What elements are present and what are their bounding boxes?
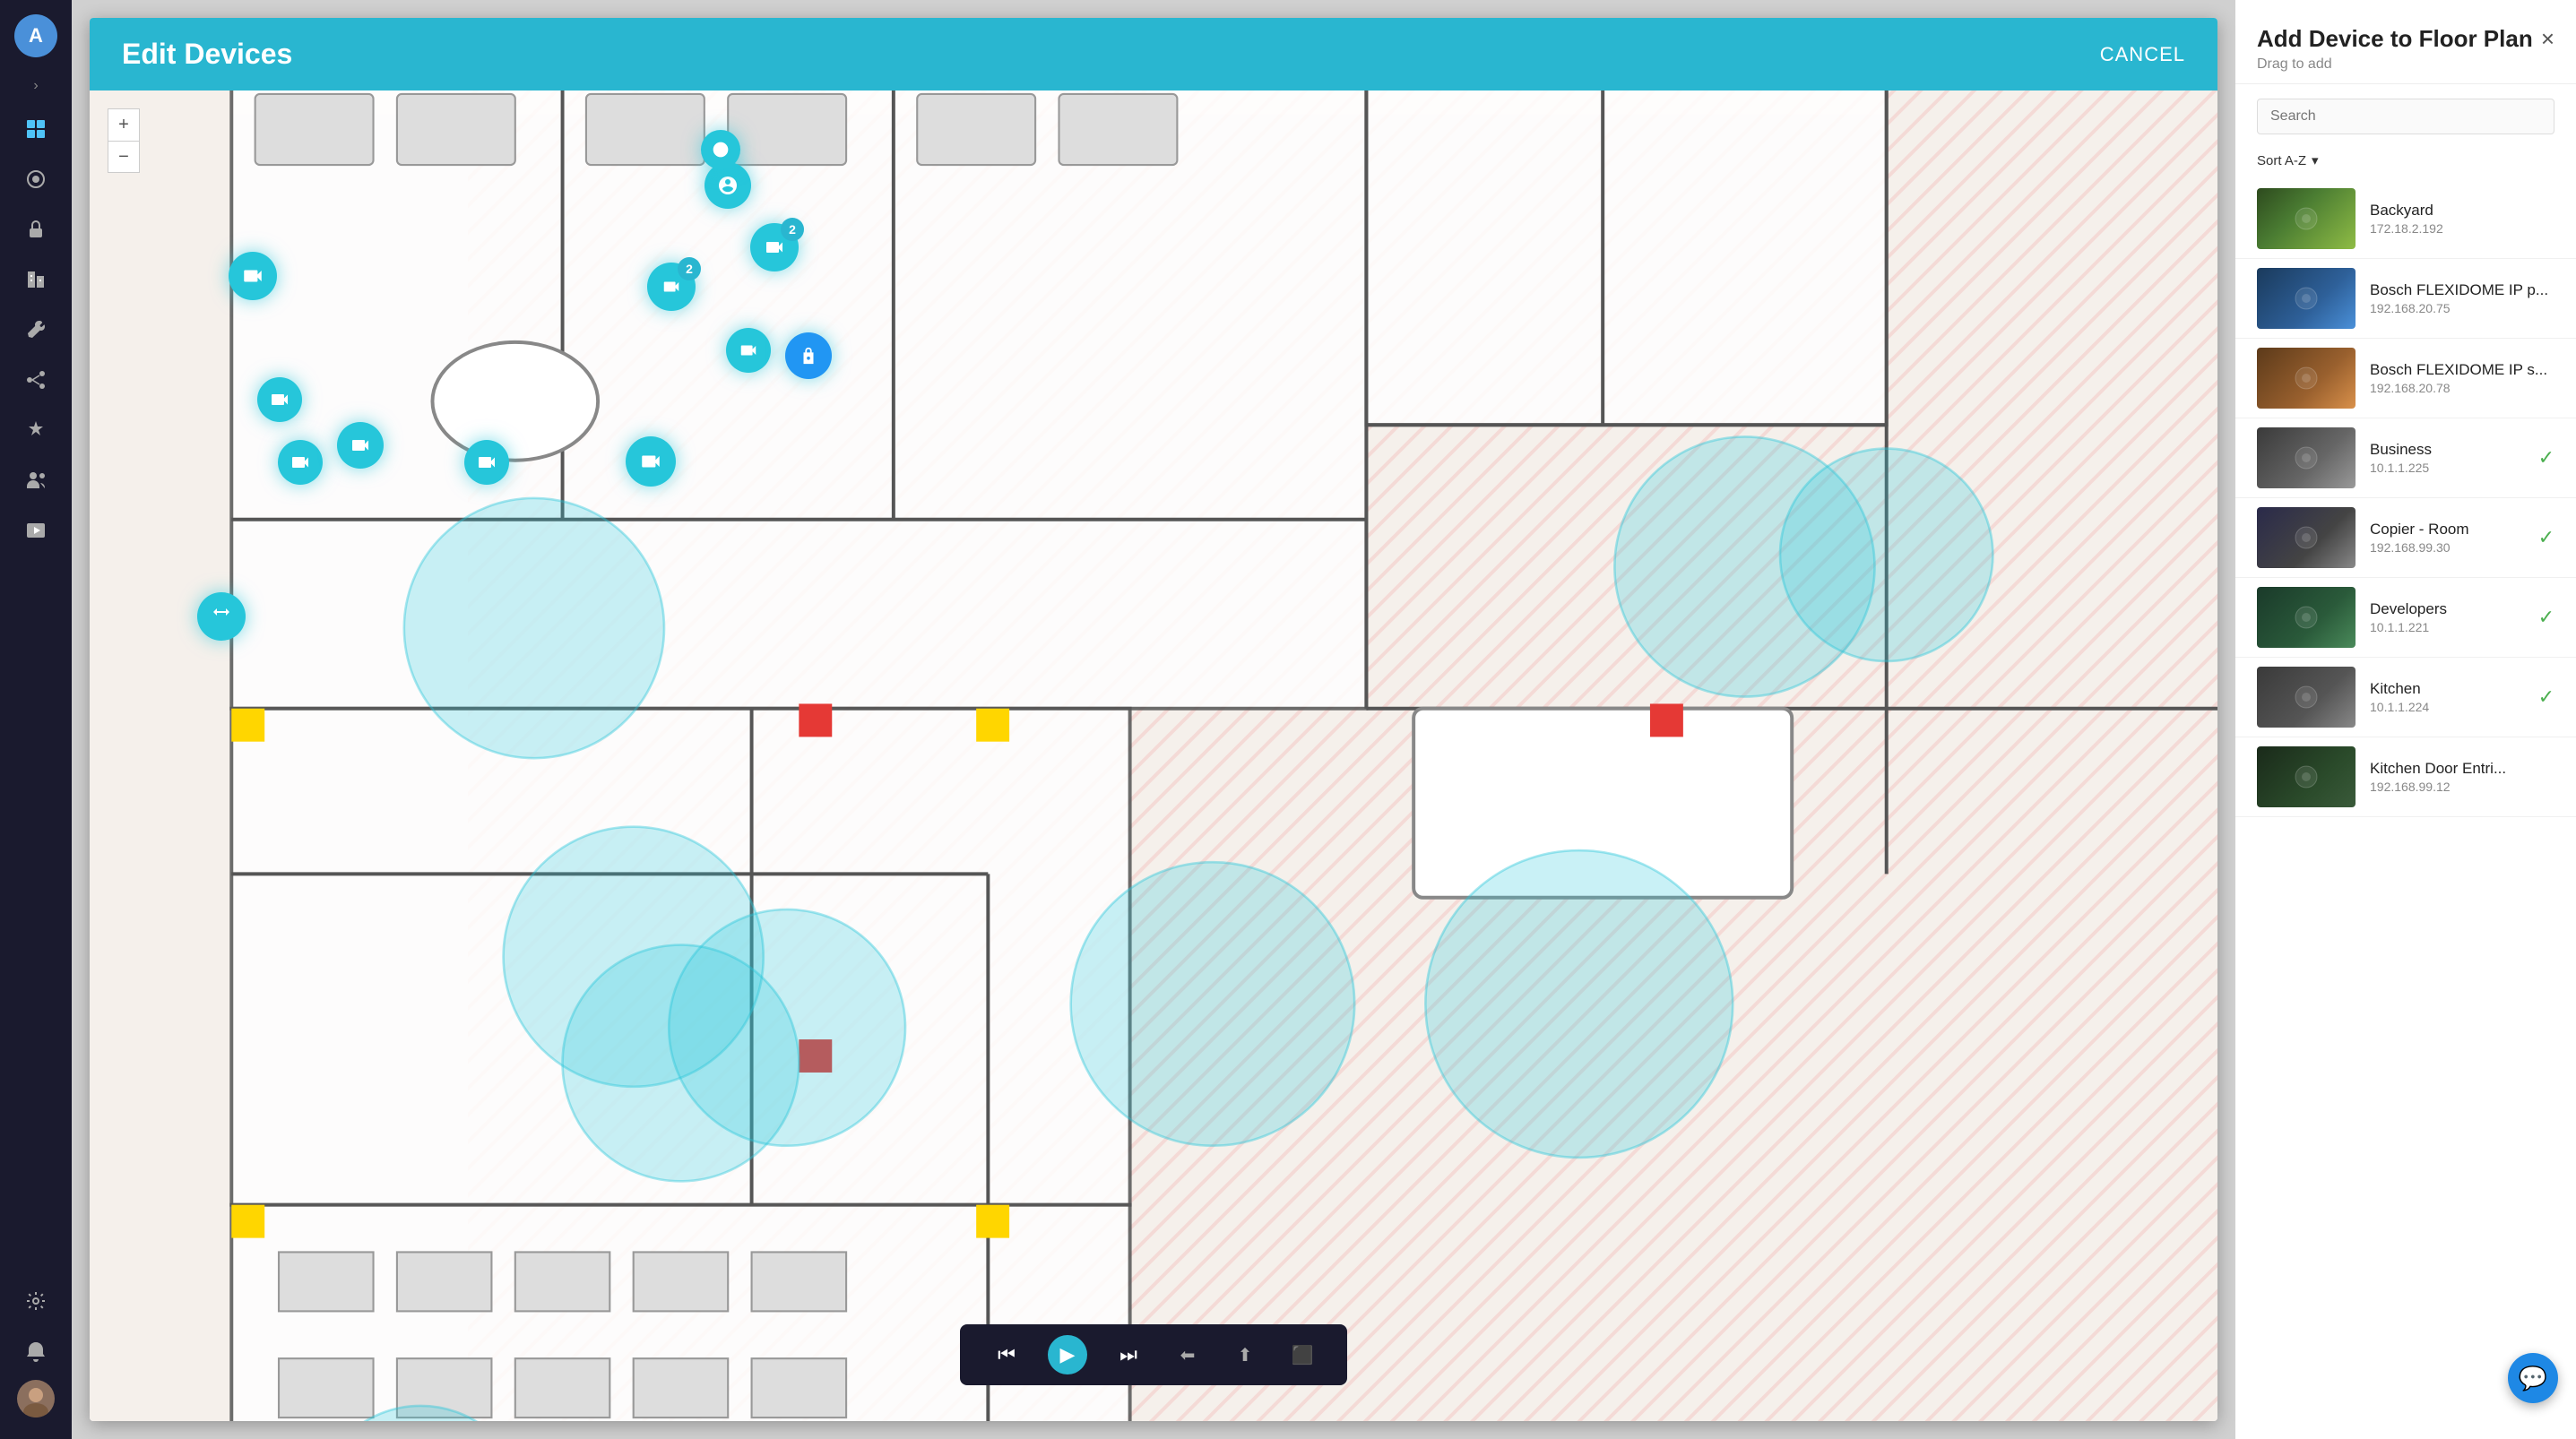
device-list: Backyard172.18.2.192 Bosch FLEXIDOME IP … (2235, 179, 2576, 1439)
device-name: Business (2370, 441, 2524, 459)
sidebar-item-dashboard[interactable] (16, 109, 56, 149)
sidebar-item-access[interactable] (16, 210, 56, 249)
sort-label: Sort A-Z (2257, 153, 2306, 168)
device-list-item[interactable]: Backyard172.18.2.192 (2235, 179, 2576, 259)
right-panel-subtitle: Drag to add (2257, 56, 2533, 73)
device-name: Kitchen Door Entri... (2370, 760, 2554, 778)
floor-plan-map[interactable]: + − (90, 90, 2217, 1421)
device-list-item[interactable]: Bosch FLEXIDOME IP p... 192.168.20.75 (2235, 259, 2576, 339)
device-ip: 192.168.20.78 (2370, 381, 2554, 395)
device-name: Bosch FLEXIDOME IP p... (2370, 281, 2554, 299)
device-list-item[interactable]: Bosch FLEXIDOME IP s... 192.168.20.78 (2235, 339, 2576, 418)
device-thumbnail (2257, 746, 2356, 807)
sidebar-item-settings[interactable] (16, 1281, 56, 1321)
sidebar-item-camera[interactable] (16, 159, 56, 199)
device-list-item[interactable]: Copier - Room192.168.99.30 ✓ (2235, 498, 2576, 578)
device-ip: 10.1.1.221 (2370, 620, 2524, 634)
modal-cancel-button[interactable]: CANCEL (2100, 43, 2185, 66)
device-thumbnail (2257, 587, 2356, 648)
device-placed-check-icon: ✓ (2538, 606, 2554, 629)
zoom-out-button[interactable]: − (108, 141, 140, 173)
device-name: Copier - Room (2370, 521, 2524, 539)
player-upload-icon[interactable]: ⬆ (1227, 1337, 1263, 1373)
camera-pin-badge-1[interactable]: 2 (750, 223, 799, 271)
player-back-icon[interactable]: ⬅ (1170, 1337, 1206, 1373)
camera-pin-5[interactable] (197, 592, 246, 641)
sidebar: A › (0, 0, 72, 1439)
camera-pin-10[interactable] (726, 328, 771, 373)
camera-pin-2[interactable] (257, 377, 302, 422)
main-content: Edit Devices CANCEL + − (72, 0, 2235, 1439)
device-ip: 172.18.2.192 (2370, 221, 2554, 236)
device-ip: 10.1.1.224 (2370, 700, 2524, 714)
device-placed-check-icon: ✓ (2538, 685, 2554, 709)
device-list-item[interactable]: Kitchen Door Entri... 192.168.99.12 (2235, 737, 2576, 817)
camera-pin-8[interactable] (705, 162, 751, 209)
right-panel-header: Add Device to Floor Plan Drag to add × (2235, 0, 2576, 84)
user-avatar-bottom[interactable] (17, 1380, 55, 1417)
device-list-item[interactable]: Business 10.1.1.225 ✓ (2235, 418, 2576, 498)
map-zoom-controls: + − (108, 108, 140, 173)
device-ip: 192.168.99.12 (2370, 780, 2554, 794)
sort-dropdown-button[interactable]: ▾ (2312, 152, 2319, 168)
camera-pin-3[interactable] (278, 440, 323, 485)
fast-forward-button[interactable]: ⏭ (1109, 1335, 1148, 1374)
device-thumbnail (2257, 507, 2356, 568)
device-placed-check-icon: ✓ (2538, 526, 2554, 549)
camera-pin-9[interactable] (701, 130, 740, 169)
device-thumbnail (2257, 667, 2356, 728)
sidebar-item-clips[interactable] (16, 511, 56, 550)
right-panel: Add Device to Floor Plan Drag to add × S… (2235, 0, 2576, 1439)
device-thumbnail (2257, 348, 2356, 409)
device-ip: 10.1.1.225 (2370, 461, 2524, 475)
rewind-button[interactable]: ⏮ (987, 1335, 1026, 1374)
avatar[interactable]: A (14, 14, 57, 57)
device-name: Developers (2370, 600, 2524, 618)
sidebar-item-integrations[interactable] (16, 360, 56, 400)
sidebar-item-alerts[interactable] (16, 410, 56, 450)
chat-bubble-button[interactable]: 💬 (2508, 1353, 2558, 1403)
right-panel-title: Add Device to Floor Plan (2257, 25, 2533, 53)
sidebar-item-notifications[interactable] (16, 1331, 56, 1371)
device-list-item[interactable]: Developers 10.1.1.221 ✓ (2235, 578, 2576, 658)
sidebar-item-tools[interactable] (16, 310, 56, 349)
device-thumbnail (2257, 268, 2356, 329)
modal-header: Edit Devices CANCEL (90, 18, 2217, 90)
camera-pin-6[interactable] (626, 436, 676, 487)
device-ip: 192.168.99.30 (2370, 540, 2524, 555)
player-controls: ⏮ ▶ ⏭ ⬅ ⬆ ⬛ (960, 1324, 1347, 1385)
sidebar-item-building[interactable] (16, 260, 56, 299)
modal-title: Edit Devices (122, 38, 292, 71)
search-input[interactable] (2257, 99, 2554, 134)
camera-pin-4[interactable] (337, 422, 384, 469)
device-thumbnail (2257, 427, 2356, 488)
play-button[interactable]: ▶ (1048, 1335, 1087, 1374)
zoom-in-button[interactable]: + (108, 108, 140, 141)
device-ip: 192.168.20.75 (2370, 301, 2554, 315)
sort-bar: Sort A-Z ▾ (2235, 149, 2576, 179)
camera-pin-anchor[interactable] (785, 332, 832, 379)
device-placed-check-icon: ✓ (2538, 446, 2554, 470)
player-fullscreen-icon[interactable]: ⬛ (1284, 1337, 1320, 1373)
device-list-item[interactable]: Kitchen 10.1.1.224 ✓ (2235, 658, 2576, 737)
device-thumbnail (2257, 188, 2356, 249)
right-panel-close-button[interactable]: × (2541, 25, 2554, 53)
camera-pin-7[interactable] (464, 440, 509, 485)
camera-pin-1[interactable] (229, 252, 277, 300)
floor-plan-svg (90, 90, 2217, 1421)
floor-plan-modal: Edit Devices CANCEL + − (90, 18, 2217, 1421)
sidebar-expand-button[interactable]: › (22, 72, 50, 100)
camera-pin-badge-2[interactable]: 2 (647, 263, 696, 311)
sidebar-item-users[interactable] (16, 461, 56, 500)
device-name: Backyard (2370, 202, 2554, 220)
device-name: Kitchen (2370, 680, 2524, 698)
device-name: Bosch FLEXIDOME IP s... (2370, 361, 2554, 379)
